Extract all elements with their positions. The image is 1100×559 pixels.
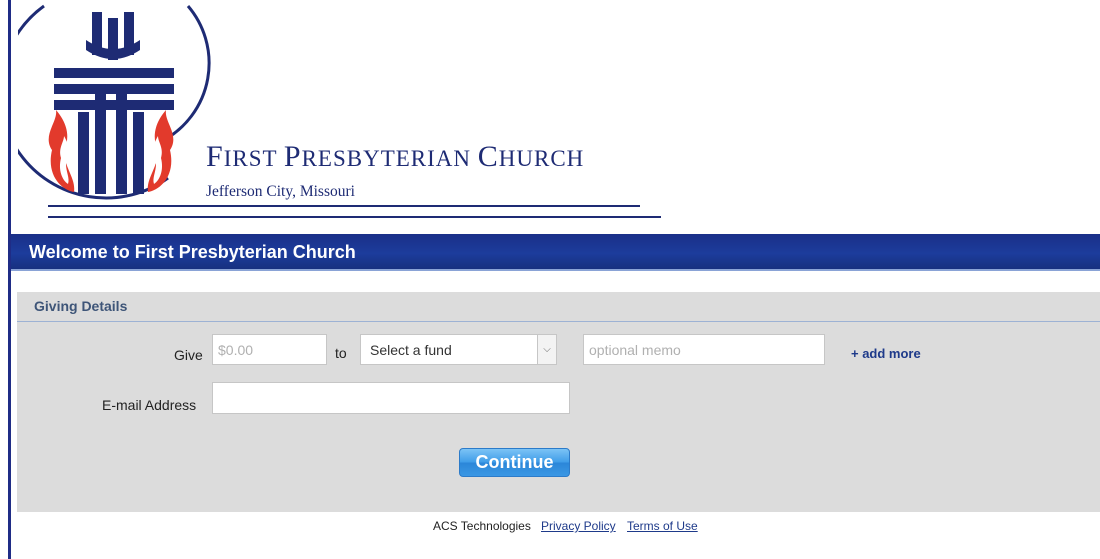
header-divider [48,216,661,218]
email-field[interactable] [212,382,570,414]
amount-input[interactable] [212,334,327,365]
section-title: Giving Details [34,298,128,314]
memo-input[interactable] [583,334,825,365]
church-logo [18,4,211,200]
fund-select-value: Select a fund [370,342,452,358]
welcome-title: Welcome to First Presbyterian Church [29,242,356,262]
give-label: Give [174,347,203,363]
header-divider [48,205,640,207]
add-more-link[interactable]: + add more [851,346,921,361]
fund-select[interactable]: Select a fund ⌵ [360,334,557,365]
privacy-policy-link[interactable]: Privacy Policy [541,519,616,533]
email-label: E-mail Address [102,397,197,413]
giving-details-panel: Giving Details Give to Select a fund ⌵ +… [17,292,1100,512]
welcome-bar: Welcome to First Presbyterian Church [11,234,1100,271]
to-label: to [335,345,347,361]
footer-company: ACS Technologies [433,519,531,533]
terms-of-use-link[interactable]: Terms of Use [627,519,698,533]
church-name: FIRST PRESBYTERIAN CHURCH [206,140,585,173]
chevron-down-icon[interactable]: ⌵ [537,335,556,364]
page-left-border [8,0,11,559]
church-location: Jefferson City, Missouri [206,183,355,200]
section-divider [17,321,1100,322]
continue-button[interactable]: Continue [459,448,570,477]
